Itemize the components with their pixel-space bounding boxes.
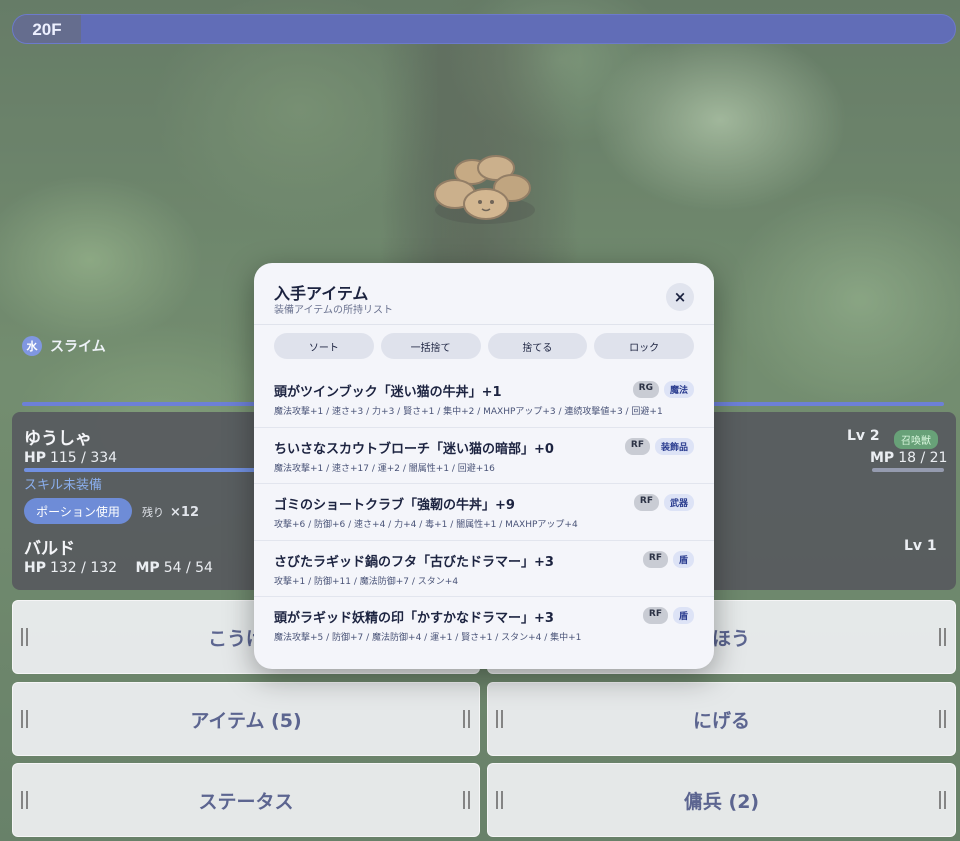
- item-category-badge: 武器: [663, 494, 694, 511]
- item-tags: RF 盾: [642, 607, 694, 624]
- item-category-badge: 盾: [672, 607, 694, 624]
- item-name: ゴミのショートクラブ「強靭の牛丼」+9: [274, 498, 515, 513]
- item-rank-badge: RG: [632, 381, 659, 398]
- discard-button[interactable]: 捨てる: [487, 333, 588, 359]
- item-stats: 攻撃+6 / 防御+6 / 速さ+4 / 力+4 / 毒+1 / 闇属性+1 /…: [274, 520, 578, 530]
- item-category-badge: 装飾品: [654, 437, 694, 455]
- item-name: 頭がラギッド妖精の印「かすかなドラマー」+3: [274, 611, 554, 626]
- item-tags: RF 武器: [633, 494, 694, 511]
- item-stats: 魔法攻撃+1 / 速さ+17 / 運+2 / 闇属性+1 / 回避+16: [274, 463, 495, 474]
- bulk-discard-button[interactable]: 一括捨て: [380, 333, 481, 359]
- sort-button[interactable]: ソート: [274, 333, 374, 359]
- item-stats: 魔法攻撃+1 / 速さ+3 / 力+3 / 賢さ+1 / 集中+2 / MAXH…: [274, 407, 663, 417]
- lock-button[interactable]: ロック: [594, 333, 694, 359]
- modal-subtitle: 装備アイテムの所持リスト: [274, 305, 393, 316]
- item-row[interactable]: ちいさなスカウトブローチ「迷い猫の暗部」+0 RF 装飾品 魔法攻撃+1 / 速…: [254, 428, 714, 484]
- item-row[interactable]: 頭がラギッド妖精の印「かすかなドラマー」+3 RF 盾 魔法攻撃+5 / 防御+…: [254, 597, 714, 654]
- item-row[interactable]: 頭がツインブック「迷い猫の牛丼」+1 RG 魔法 魔法攻撃+1 / 速さ+3 /…: [254, 371, 714, 428]
- item-name: さびたラギッド鍋のフタ「古びたドラマー」+3: [274, 554, 554, 570]
- item-rank-badge: RF: [624, 437, 650, 455]
- item-stats: 魔法攻撃+5 / 防御+7 / 魔法防御+4 / 運+1 / 賢さ+1 / スタ…: [274, 633, 582, 643]
- item-row[interactable]: さびたラギッド鍋のフタ「古びたドラマー」+3 RF 盾 攻撃+1 / 防御+11…: [254, 541, 714, 597]
- item-tags: RF 盾: [642, 550, 694, 568]
- item-tags: RG 魔法: [632, 381, 694, 398]
- item-category-badge: 魔法: [663, 381, 694, 398]
- item-tags: RF 装飾品: [624, 437, 694, 455]
- item-rank-badge: RF: [642, 607, 668, 624]
- item-name: 頭がツインブック「迷い猫の牛丼」+1: [274, 385, 502, 400]
- modal-header: 入手アイテム 装備アイテムの所持リスト ×: [254, 263, 714, 325]
- item-row[interactable]: ゴミのショートクラブ「強靭の牛丼」+9 RF 武器 攻撃+6 / 防御+6 / …: [254, 484, 714, 541]
- item-rank-badge: RF: [633, 494, 659, 511]
- item-rank-badge: RF: [642, 550, 668, 568]
- close-icon[interactable]: ×: [666, 283, 694, 311]
- item-stats: 攻撃+1 / 防御+11 / 魔法防御+7 / スタン+4: [274, 576, 459, 587]
- item-list: 頭がツインブック「迷い猫の牛丼」+1 RG 魔法 魔法攻撃+1 / 速さ+3 /…: [254, 371, 714, 654]
- modal-action-bar: ソート 一括捨て 捨てる ロック: [274, 333, 694, 359]
- item-list-modal: 入手アイテム 装備アイテムの所持リスト × ソート 一括捨て 捨てる ロック 頭…: [254, 263, 714, 669]
- item-name: ちいさなスカウトブローチ「迷い猫の暗部」+0: [274, 441, 554, 457]
- item-category-badge: 盾: [672, 550, 694, 568]
